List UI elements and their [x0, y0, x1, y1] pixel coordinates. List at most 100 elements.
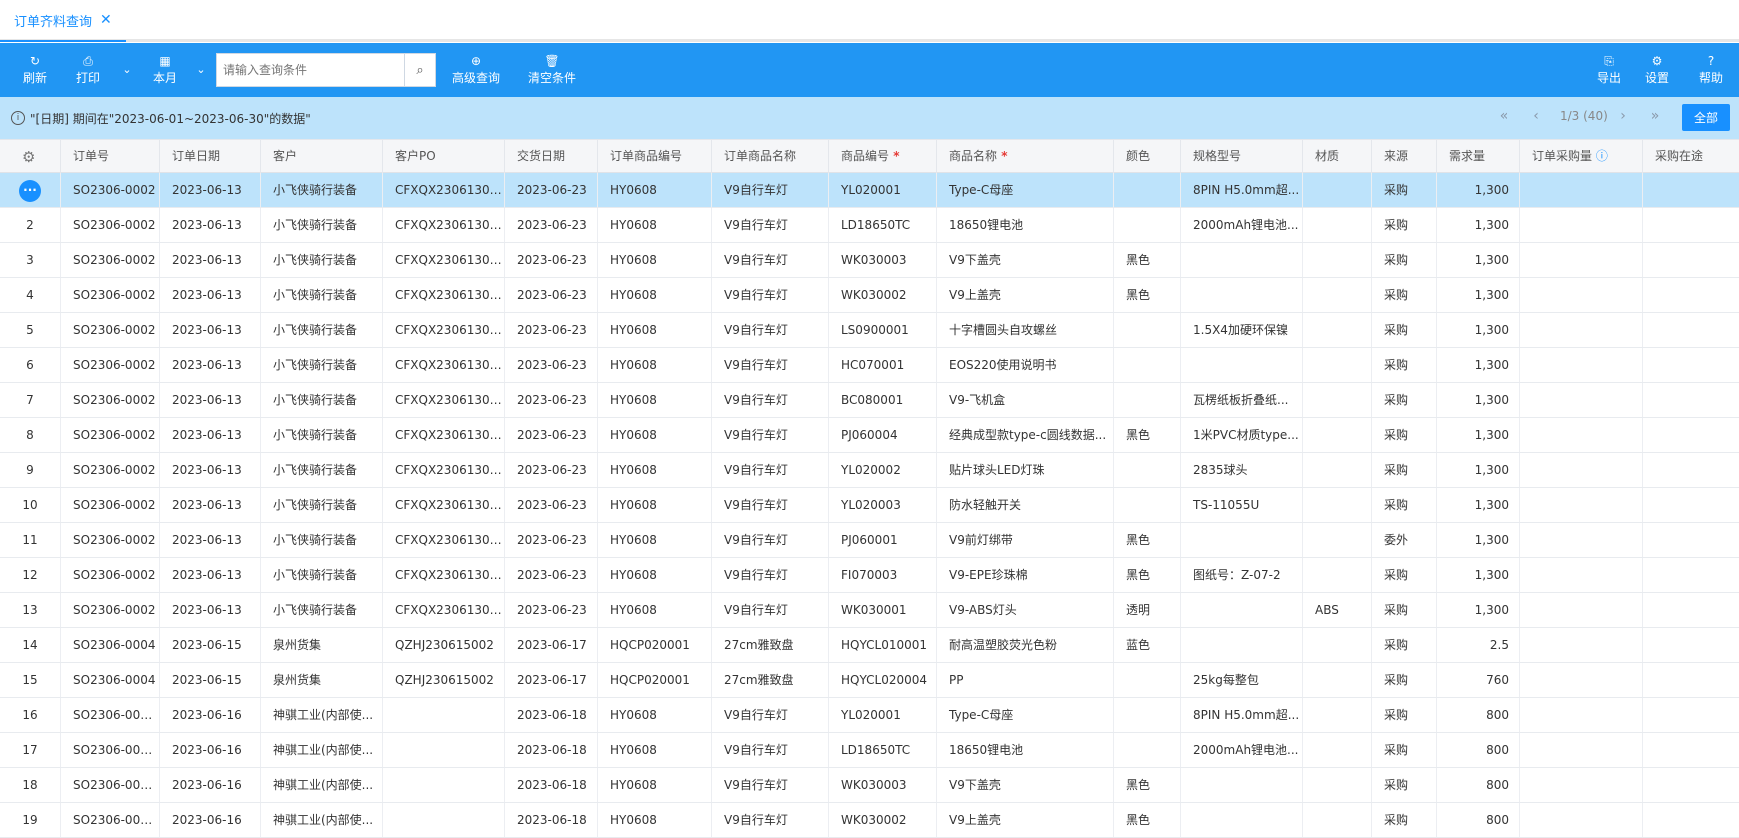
print-button[interactable]: ⎙ 打印 — [73, 43, 103, 97]
settings-button[interactable]: ⚙ 设置 — [1642, 43, 1672, 97]
cell-customer-po: QZHJ230615002 — [382, 628, 504, 662]
advanced-search-button[interactable]: ⊕ 高级查询 — [450, 43, 502, 97]
row-number: 15 — [22, 673, 38, 687]
table-row[interactable]: 13 SO2306-0002 2023-06-13 小飞侠骑行装备 CFXQX23061… — [0, 593, 1739, 628]
table-row[interactable]: 12 SO2306-0002 2023-06-13 小飞侠骑行装备 CFXQX23061… — [0, 558, 1739, 593]
cell-order-date: 2023-06-16 — [159, 803, 260, 837]
cell-spec-model: TS-11055U — [1180, 488, 1302, 522]
column-header-label: 订单日期 — [172, 149, 221, 163]
table-row[interactable]: 14 SO2306-0004 2023-06-15 泉州货集 QZHJ230615002… — [0, 628, 1739, 663]
column-header-material[interactable]: 材质 — [1302, 140, 1371, 173]
cell-product-name: V9前灯绑带 — [936, 523, 1113, 557]
column-header-order-purchase-qty[interactable]: 订单采购量 ⓘ — [1519, 140, 1642, 173]
column-header-source[interactable]: 来源 — [1371, 140, 1436, 173]
cell-color: 黑色 — [1113, 803, 1180, 837]
cell-order-purchase-qty — [1519, 313, 1642, 347]
table-row[interactable]: 7 SO2306-0002 2023-06-13 小飞侠骑行装备 CFXQX230613… — [0, 383, 1739, 418]
cell-product-code: LD18650TC — [828, 733, 936, 767]
tab-order-material-query[interactable]: 订单齐料查询 ✕ — [0, 0, 126, 42]
cell-product-name: PP — [936, 663, 1113, 697]
row-actions-more-icon[interactable]: ··· — [19, 180, 41, 202]
cell-order-date: 2023-06-13 — [159, 593, 260, 627]
table-row[interactable]: 6 SO2306-0002 2023-06-13 小飞侠骑行装备 CFXQX230613… — [0, 348, 1739, 383]
cell-order-product-code: HQCP020001 — [597, 663, 711, 697]
last-page-icon[interactable]: » — [1646, 108, 1664, 124]
table-row[interactable]: ··· SO2306-0002 2023-06-13 小飞侠骑行装备 CFXQX2306… — [0, 173, 1739, 208]
table-row[interactable]: 17 SO2306-000... 2023-06-16 神骐工业(内部使... 2023… — [0, 733, 1739, 768]
column-header-customer-po[interactable]: 客户PO — [382, 140, 504, 173]
table-row[interactable]: 10 SO2306-0002 2023-06-13 小飞侠骑行装备 CFXQX23061… — [0, 488, 1739, 523]
cell-material — [1302, 208, 1371, 242]
cell-customer-po: QZHJ230615002 — [382, 663, 504, 697]
column-header-purchase-in-transit[interactable]: 采购在途 — [1642, 140, 1739, 173]
cell-order-purchase-qty — [1519, 383, 1642, 417]
cell-purchase-in-transit — [1642, 803, 1739, 837]
column-header-order-product-name[interactable]: 订单商品名称 — [711, 140, 828, 173]
table-row[interactable]: 9 SO2306-0002 2023-06-13 小飞侠骑行装备 CFXQX230613… — [0, 453, 1739, 488]
column-header-demand-qty[interactable]: 需求量 — [1436, 140, 1519, 173]
cell-spec-model: 瓦楞纸板折叠纸... — [1180, 383, 1302, 417]
table-row[interactable]: 15 SO2306-0004 2023-06-15 泉州货集 QZHJ230615002… — [0, 663, 1739, 698]
table-row[interactable]: 16 SO2306-000... 2023-06-16 神骐工业(内部使... 2023… — [0, 698, 1739, 733]
cell-customer-po: CFXQX230613003 — [382, 243, 504, 277]
next-page-icon[interactable]: › — [1614, 108, 1632, 124]
row-number: 16 — [22, 708, 38, 722]
table-row[interactable]: 19 SO2306-000... 2023-06-16 神骐工业(内部使... 2023… — [0, 803, 1739, 838]
column-header-product-name[interactable]: 商品名称 * — [936, 140, 1113, 173]
refresh-button[interactable]: ↻ 刷新 — [20, 43, 50, 97]
help-button[interactable]: ? 帮助 — [1696, 43, 1726, 97]
month-button[interactable]: ▦ 本月 — [150, 43, 180, 97]
print-dropdown-chevron-icon[interactable]: ⌄ — [120, 61, 134, 77]
cell-material — [1302, 698, 1371, 732]
prev-page-icon[interactable]: ‹ — [1527, 108, 1545, 124]
clear-conditions-button[interactable]: 🗑 清空条件 — [526, 43, 578, 97]
table-row[interactable]: 5 SO2306-0002 2023-06-13 小飞侠骑行装备 CFXQX230613… — [0, 313, 1739, 348]
table-row[interactable]: 3 SO2306-0002 2023-06-13 小飞侠骑行装备 CFXQX230613… — [0, 243, 1739, 278]
cell-product-name: V9下盖壳 — [936, 243, 1113, 277]
row-number: 9 — [26, 463, 34, 477]
column-header-order-no[interactable]: 订单号 — [60, 140, 159, 173]
show-all-button[interactable]: 全部 — [1682, 104, 1730, 131]
cell-product-code: YL020001 — [828, 698, 936, 732]
column-header-label: 客户PO — [395, 149, 436, 163]
table-row[interactable]: 8 SO2306-0002 2023-06-13 小飞侠骑行装备 CFXQX230613… — [0, 418, 1739, 453]
cell-order-no: SO2306-0004 — [60, 628, 159, 662]
table-row[interactable]: 11 SO2306-0002 2023-06-13 小飞侠骑行装备 CFXQX23061… — [0, 523, 1739, 558]
cell-order-purchase-qty — [1519, 803, 1642, 837]
cell-product-code: BC080001 — [828, 383, 936, 417]
close-icon[interactable]: ✕ — [100, 12, 112, 28]
cell-order-product-name: V9自行车灯 — [711, 173, 828, 207]
cell-material — [1302, 278, 1371, 312]
table-row[interactable]: 4 SO2306-0002 2023-06-13 小飞侠骑行装备 CFXQX230613… — [0, 278, 1739, 313]
cell-customer-po: CFXQX230613003 — [382, 523, 504, 557]
cell-product-code: HQYCL010001 — [828, 628, 936, 662]
column-header-color[interactable]: 颜色 — [1113, 140, 1180, 173]
cell-customer: 泉州货集 — [260, 628, 382, 662]
cell-order-product-code: HY0608 — [597, 383, 711, 417]
column-header-order-date[interactable]: 订单日期 — [159, 140, 260, 173]
column-header-delivery-date[interactable]: 交货日期 — [504, 140, 597, 173]
table-row[interactable]: 2 SO2306-0002 2023-06-13 小飞侠骑行装备 CFXQX230613… — [0, 208, 1739, 243]
cell-color: 黑色 — [1113, 523, 1180, 557]
cell-customer: 小飞侠骑行装备 — [260, 313, 382, 347]
cell-delivery-date: 2023-06-18 — [504, 768, 597, 802]
search-icon[interactable]: ⌕ — [404, 54, 435, 86]
column-header-order-product-code[interactable]: 订单商品编号 — [597, 140, 711, 173]
cell-demand-qty: 800 — [1436, 803, 1519, 837]
search-input[interactable] — [217, 54, 404, 86]
export-button[interactable]: ⎘ 导出 — [1594, 43, 1624, 97]
column-header-product-code[interactable]: 商品编号 * — [828, 140, 936, 173]
cell-order-date: 2023-06-13 — [159, 173, 260, 207]
cell-order-purchase-qty — [1519, 488, 1642, 522]
month-dropdown-chevron-icon[interactable]: ⌄ — [194, 61, 208, 77]
cell-order-no: SO2306-0002 — [60, 348, 159, 382]
cell-product-name: 防水轻触开关 — [936, 488, 1113, 522]
search-box: ⌕ — [216, 53, 436, 87]
column-settings-gear-icon[interactable]: ⚙ — [22, 148, 35, 166]
cell-purchase-in-transit — [1642, 173, 1739, 207]
table-row[interactable]: 18 SO2306-000... 2023-06-16 神骐工业(内部使... 2023… — [0, 768, 1739, 803]
info-icon[interactable]: ⓘ — [1592, 149, 1608, 163]
column-header-customer[interactable]: 客户 — [260, 140, 382, 173]
column-header-spec-model[interactable]: 规格型号 — [1180, 140, 1302, 173]
first-page-icon[interactable]: « — [1495, 108, 1513, 124]
